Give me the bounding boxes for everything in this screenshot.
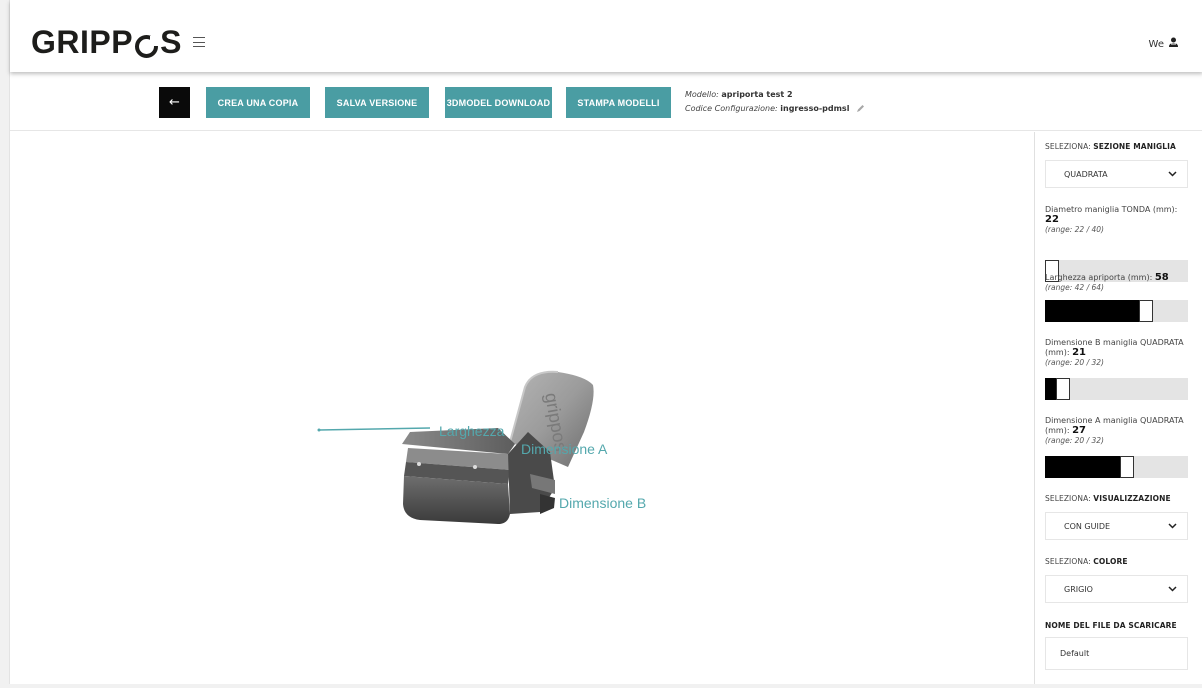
slider-fill [1045, 378, 1056, 400]
param-larghezza: Larghezza apriporta (mm): 58 (range: 42 … [1045, 272, 1169, 293]
hamburger-icon[interactable] [193, 37, 205, 47]
model-value: apriporta test 2 [721, 90, 793, 99]
grippos-logo[interactable]: GRIPP S [31, 24, 182, 60]
slider-dimensione-a[interactable] [1045, 456, 1188, 478]
view-select-value: CON GUIDE [1064, 521, 1111, 531]
view-select[interactable]: CON GUIDE [1045, 512, 1188, 540]
color-select-label: SELEZIONA: COLORE [1045, 557, 1128, 566]
stampa-modelli-button[interactable]: STAMPA MODELLI [566, 87, 671, 118]
3dmodel-download-button[interactable]: 3DMODEL DOWNLOAD [445, 87, 552, 118]
guide-label-larghezza: Larghezza [439, 423, 505, 439]
filename-label: NOME DEL FILE DA SCARICARE [1045, 621, 1177, 630]
slider-thumb [1056, 378, 1070, 400]
user-menu[interactable]: We [1149, 37, 1179, 51]
salva-versione-button[interactable]: SALVA VERSIONE [325, 87, 429, 118]
back-button[interactable]: ← [159, 87, 190, 118]
logo-text-end: S [160, 23, 182, 60]
slider-larghezza[interactable] [1045, 300, 1188, 322]
user-icon [1168, 37, 1179, 51]
model-info: Modello: apriporta test 2 Codice Configu… [685, 88, 865, 118]
param-dimensione-a: Dimensione A maniglia QUADRATA (mm): 27 … [1045, 416, 1184, 445]
param-diametro: Diametro maniglia TONDA (mm): 22 (range:… [1045, 205, 1178, 234]
user-label: We [1148, 38, 1164, 50]
3d-model-render: grippos [317, 370, 594, 524]
color-select[interactable]: GRIGIO [1045, 575, 1188, 603]
config-label: Codice Configurazione: [685, 104, 778, 113]
chevron-down-icon [1168, 522, 1177, 531]
guide-label-dimensione-a: Dimensione A [521, 441, 608, 457]
color-select-value: GRIGIO [1064, 584, 1093, 594]
action-toolbar: ← CREA UNA COPIA SALVA VERSIONE 3DMODEL … [10, 72, 1202, 131]
slider-fill [1045, 300, 1139, 322]
section-select[interactable]: QUADRATA [1045, 160, 1188, 188]
config-panel: SELEZIONA: SEZIONE MANIGLIA QUADRATA Dia… [1034, 132, 1202, 684]
logo-o-icon [134, 30, 160, 58]
model-label: Modello: [685, 90, 719, 99]
filename-input[interactable]: Default [1045, 637, 1188, 670]
top-header: GRIPP S We [10, 0, 1202, 72]
config-value: ingresso-pdmsl [780, 104, 850, 113]
3d-viewer[interactable]: grippos Larghezza Dimensione A Dimension… [10, 132, 1034, 684]
pencil-icon[interactable] [856, 104, 865, 118]
slider-fill [1045, 456, 1120, 478]
back-arrow-icon: ← [169, 95, 180, 110]
slider-dimensione-b[interactable] [1045, 378, 1188, 400]
guide-label-dimensione-b: Dimensione B [559, 495, 647, 511]
app-frame: GRIPP S We ← CREA UNA COPIA SALVA VERSION… [9, 0, 1202, 684]
logo-text: GRIPP [31, 23, 134, 60]
chevron-down-icon [1168, 170, 1177, 179]
crea-copia-button[interactable]: CREA UNA COPIA [206, 87, 310, 118]
section-select-value: QUADRATA [1064, 169, 1108, 179]
chevron-down-icon [1168, 585, 1177, 594]
view-select-label: SELEZIONA: VISUALIZZAZIONE [1045, 494, 1171, 503]
param-dimensione-b: Dimensione B maniglia QUADRATA (mm): 21 … [1045, 338, 1184, 367]
slider-thumb [1139, 300, 1153, 322]
slider-thumb [1120, 456, 1134, 478]
section-select-label: SELEZIONA: SEZIONE MANIGLIA [1045, 142, 1176, 151]
